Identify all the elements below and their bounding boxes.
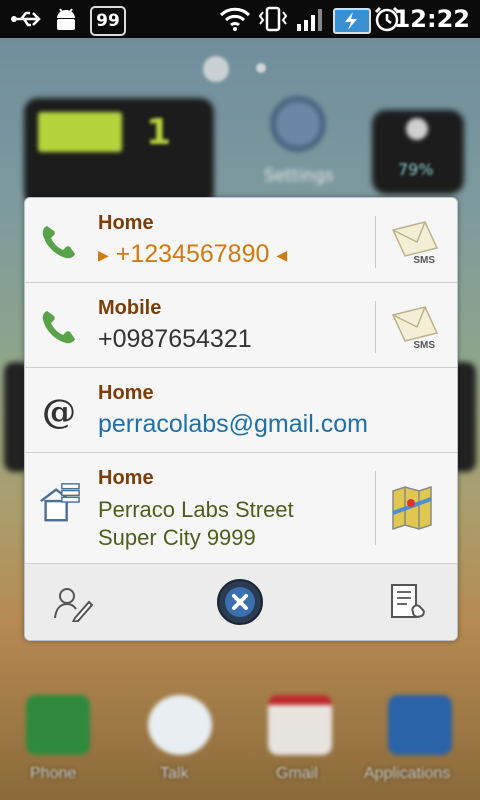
quick-contact-popup: Home ▶ +1234567890 ◀ SMS Mobile +0987654… [24,197,458,641]
brightness-icon [406,118,428,140]
map-button[interactable] [387,485,443,533]
dock-gmail-icon[interactable] [268,695,332,755]
home-page-dot-2 [256,63,266,73]
contact-entry-mobile-phone[interactable]: Mobile +0987654321 SMS [25,283,457,368]
settings-widget[interactable]: Settings [258,92,342,192]
map-icon [392,485,432,531]
status-bar: 99 12:22 [0,0,480,38]
contact-entry-home-email[interactable]: @ Home perracolabs@gmail.com [25,368,457,453]
dock-phone-label: Phone [30,765,77,782]
selection-left-arrow-icon: ▶ [98,246,109,263]
sms-button[interactable]: SMS [387,218,443,266]
phone-number: +0987654321 [98,325,252,353]
vibrate-icon [256,6,290,32]
home-page-dots [203,56,229,82]
divider [375,301,376,353]
address-line-2: Super City 9999 [98,525,256,550]
contact-entry-home-phone[interactable]: Home ▶ +1234567890 ◀ SMS [25,198,457,283]
settings-gear-icon [270,96,326,152]
edit-contact-icon[interactable] [53,584,94,624]
entry-type-label: Home [98,467,154,489]
status-clock: 12:22 [393,5,470,33]
android-debug-icon [52,6,80,32]
sms-label: SMS [413,255,435,266]
email-at-icon: @ [42,392,76,432]
brightness-value: 79% [398,160,434,179]
selection-right-arrow-icon: ◀ [276,246,288,263]
dock-talk-icon[interactable] [148,695,212,755]
wifi-icon [218,6,252,32]
phone-icon[interactable] [37,305,81,349]
settings-label: Settings [264,166,334,186]
contact-entry-home-address[interactable]: Home Perraco Labs Street Super City 9999 [25,453,457,564]
dock-phone-icon[interactable] [26,695,90,755]
close-icon[interactable] [216,578,264,626]
sms-label: SMS [413,340,435,351]
notes-call-icon[interactable] [389,582,431,624]
house-address-icon [37,481,81,525]
active-apps-bar [38,112,122,152]
dock-applications-label: Applications [364,765,451,782]
sms-button[interactable]: SMS [387,303,443,351]
usb-icon [10,6,44,32]
divider [375,216,376,268]
dock-talk-label: Talk [160,765,189,782]
entry-type-label: Home [98,382,154,404]
entry-value-selected: ▶ +1234567890 ◀ [98,240,287,269]
signal-icon [294,6,328,32]
address-line-1: Perraco Labs Street [98,497,294,522]
dock-applications-icon[interactable] [388,695,452,755]
phone-number: +1234567890 [115,240,270,268]
active-apps-count: 1 [146,112,172,153]
dock-gmail-label: Gmail [276,765,318,782]
divider [375,471,376,545]
email-address: perracolabs@gmail.com [98,410,368,438]
entry-type-label: Home [98,212,154,234]
quick-contact-action-bar [25,564,457,640]
entry-type-label: Mobile [98,297,162,319]
phone-icon[interactable] [37,220,81,264]
battery-charging-icon [333,8,371,34]
notification-count-badge: 99 [90,6,126,36]
